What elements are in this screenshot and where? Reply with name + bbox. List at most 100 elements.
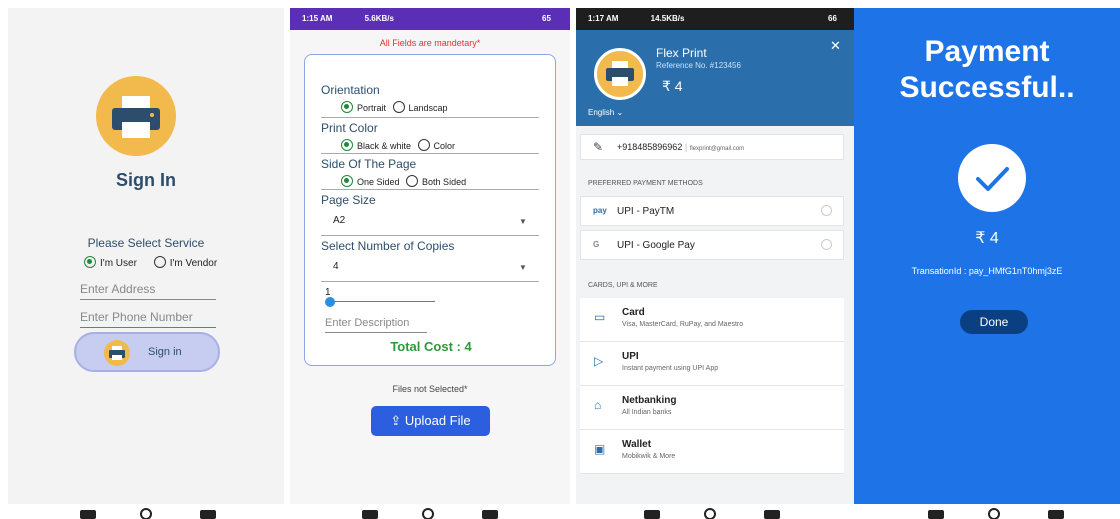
method-subtitle: Visa, MasterCard, RuPay, and Maestro xyxy=(622,321,744,328)
dropdown-arrow-icon: ▼ xyxy=(519,217,527,226)
side-label: Side Of The Page xyxy=(321,157,417,171)
wallet-icon: ▣ xyxy=(594,442,606,456)
description-input[interactable]: Enter Description xyxy=(325,317,427,333)
nav-home-icon[interactable] xyxy=(704,508,716,519)
color-option[interactable]: Color xyxy=(417,139,455,151)
one-sided-label: One Sided xyxy=(357,177,400,187)
address-input[interactable]: Enter Address xyxy=(80,282,216,300)
card-icon: ▭ xyxy=(594,310,606,324)
radio-selected-icon xyxy=(341,101,353,113)
upload-button-label: Upload File xyxy=(404,413,471,428)
page-title: Sign In xyxy=(116,170,176,190)
nav-home-icon[interactable] xyxy=(422,508,434,519)
bank-icon: ⌂ xyxy=(594,398,602,412)
bw-option[interactable]: Black & white xyxy=(341,139,411,151)
portrait-option[interactable]: Portrait xyxy=(341,101,387,113)
radio-empty-icon xyxy=(406,175,419,187)
nav-bar xyxy=(644,508,784,519)
method-subtitle: Instant payment using UPI App xyxy=(622,365,719,372)
portrait-label: Portrait xyxy=(357,103,387,113)
checkout-screen: 1:17 AM 14.5KB/s 66 Flex Print Reference… xyxy=(576,8,854,504)
radio-empty-icon xyxy=(153,256,166,268)
file-status: Files not Selected* xyxy=(392,384,468,394)
checkout-amount: ₹ 4 xyxy=(662,78,683,94)
divider xyxy=(321,189,539,190)
nav-recent-icon[interactable] xyxy=(362,510,378,519)
close-icon[interactable]: ✕ xyxy=(830,38,841,54)
preferred-method-gpay[interactable]: G UPI - Google Pay xyxy=(580,230,844,260)
checkout-header: Flex Print Reference No. #123456 ₹ 4 ✕ E… xyxy=(576,30,854,126)
divider xyxy=(321,117,539,118)
nav-bar xyxy=(928,508,1068,519)
reference-number: Reference No. #123456 xyxy=(656,61,741,70)
method-subtitle: Mobikwik & More xyxy=(622,453,676,460)
success-heading: Payment Successful.. xyxy=(899,35,1075,104)
method-title: UPI xyxy=(622,351,639,362)
role-user-option[interactable]: I'm User xyxy=(84,256,137,269)
language-select[interactable]: English ⌄ xyxy=(588,108,623,117)
gpay-icon: G xyxy=(593,240,600,249)
preferred-method-paytm[interactable]: pay UPI - PayTM xyxy=(580,196,844,226)
method-card[interactable]: ▭ Card Visa, MasterCard, RuPay, and Maes… xyxy=(580,298,844,342)
radio-selected-icon xyxy=(341,175,353,187)
color-radio-group: Black & white Color xyxy=(341,139,459,151)
order-screen: 1:15 AM 5.6KB/s 65 All Fields are mandet… xyxy=(290,8,570,504)
upload-icon: ⇪ xyxy=(390,413,402,428)
status-battery: 66 xyxy=(828,14,837,23)
nav-recent-icon[interactable] xyxy=(928,510,944,519)
quantity-slider-track[interactable] xyxy=(327,301,435,302)
check-icon xyxy=(958,144,1026,212)
method-netbanking[interactable]: ⌂ Netbanking All Indian banks xyxy=(580,386,844,430)
check-circle-icon xyxy=(821,205,832,216)
upi-icon: ▷ xyxy=(594,354,604,368)
orientation-label: Orientation xyxy=(321,83,380,97)
chevron-down-icon: ⌄ xyxy=(616,108,624,117)
method-wallet[interactable]: ▣ Wallet Mobikwik & More xyxy=(580,430,844,474)
method-subtitle: All Indian banks xyxy=(622,409,672,416)
nav-back-icon[interactable] xyxy=(482,510,498,519)
method-upi[interactable]: ▷ UPI Instant payment using UPI App xyxy=(580,342,844,386)
quantity-slider-handle[interactable] xyxy=(325,297,335,307)
nav-recent-icon[interactable] xyxy=(644,510,660,519)
paytm-icon: pay xyxy=(593,206,607,215)
status-bar: 1:17 AM 14.5KB/s 66 xyxy=(576,8,854,30)
landscape-label: Landscap xyxy=(408,103,448,113)
status-battery: 65 xyxy=(542,14,551,23)
signin-button[interactable]: Sign in xyxy=(74,332,220,372)
paid-amount: ₹ 4 xyxy=(975,230,999,247)
side-radio-group: One Sided Both Sided xyxy=(341,175,470,187)
printer-icon xyxy=(104,340,130,366)
landscape-option[interactable]: Landscap xyxy=(392,101,448,113)
nav-home-icon[interactable] xyxy=(988,508,1000,519)
printer-icon xyxy=(112,96,160,138)
nav-back-icon[interactable] xyxy=(1048,510,1064,519)
done-button[interactable]: Done xyxy=(960,310,1028,334)
page-size-select[interactable]: A2 xyxy=(333,215,345,226)
method-label: UPI - PayTM xyxy=(617,206,675,217)
status-net: 5.6KB/s xyxy=(364,14,394,23)
one-sided-option[interactable]: One Sided xyxy=(341,175,400,187)
upload-file-button[interactable]: ⇪ Upload File xyxy=(371,406,490,436)
role-vendor-option[interactable]: I'm Vendor xyxy=(153,256,217,269)
order-form-card: Orientation Portrait Landscap Print Colo… xyxy=(304,54,556,366)
status-time: 1:15 AM xyxy=(302,14,333,23)
nav-back-icon[interactable] xyxy=(764,510,780,519)
copies-select[interactable]: 4 xyxy=(333,261,339,272)
method-title: Wallet xyxy=(622,439,652,450)
status-net: 14.5KB/s xyxy=(650,14,685,23)
both-sided-option[interactable]: Both Sided xyxy=(406,175,466,187)
more-heading: CARDS, UPI & MORE xyxy=(588,282,658,289)
total-cost: Total Cost : 4 xyxy=(390,339,472,354)
success-screen: Payment Successful.. ₹ 4 TransationId : … xyxy=(854,8,1120,504)
nav-recent-icon[interactable] xyxy=(80,510,96,519)
nav-bar xyxy=(80,508,220,519)
page-size-label: Page Size xyxy=(321,193,376,207)
nav-home-icon[interactable] xyxy=(140,508,152,519)
phone-input[interactable]: Enter Phone Number xyxy=(80,310,216,328)
divider xyxy=(321,235,539,236)
nav-back-icon[interactable] xyxy=(200,510,216,519)
required-warning: All Fields are mandetary* xyxy=(379,38,481,48)
print-color-label: Print Color xyxy=(321,121,378,135)
copies-label: Select Number of Copies xyxy=(321,239,455,253)
contact-info[interactable]: ✎ +918485896962 | flexprint@gmail.com xyxy=(580,134,844,160)
